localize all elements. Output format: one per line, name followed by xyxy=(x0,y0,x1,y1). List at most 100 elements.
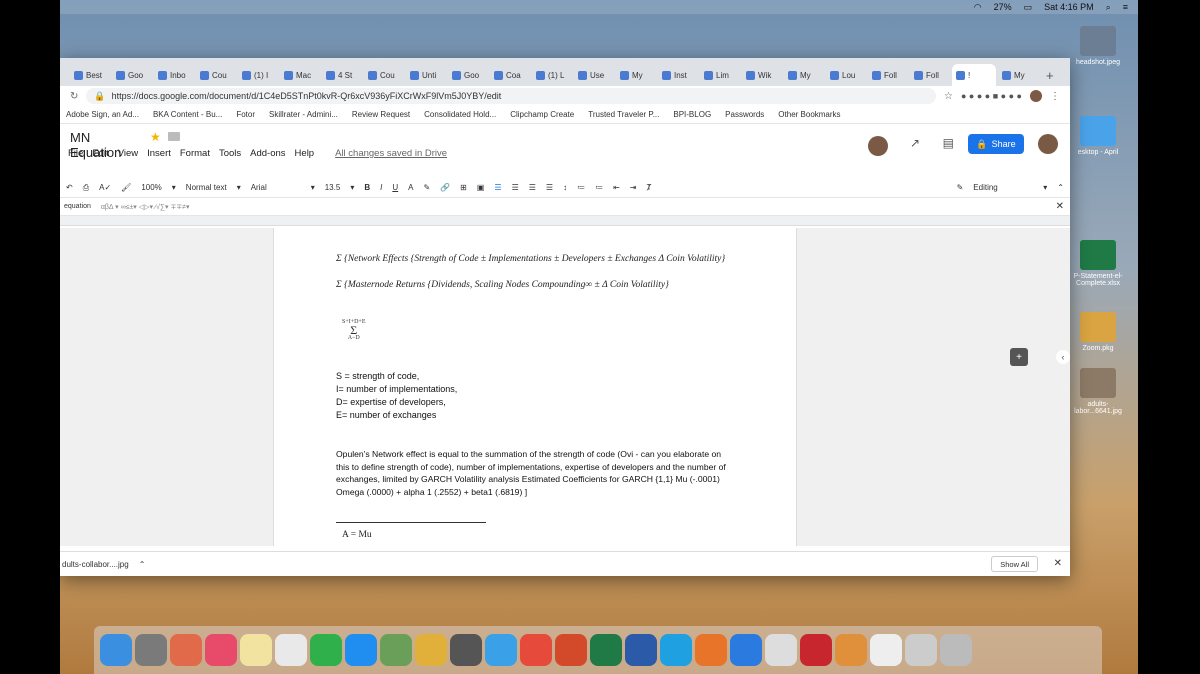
variable-definition[interactable]: D= expertise of developers, xyxy=(336,396,446,409)
close-icon[interactable]: ✕ xyxy=(1056,201,1064,212)
browser-tab[interactable]: Foll xyxy=(910,64,950,86)
menu-addons[interactable]: Add-ons xyxy=(250,148,285,159)
app-store-icon[interactable] xyxy=(345,634,377,666)
account-avatar[interactable] xyxy=(1038,134,1058,154)
spellcheck-icon[interactable]: A✓ xyxy=(99,183,111,192)
expressvpn-icon[interactable] xyxy=(800,634,832,666)
extension-icons[interactable]: ● ● ● ● ■ ● ● ● xyxy=(961,91,1022,101)
explore-icon[interactable]: + xyxy=(1010,348,1028,366)
browser-tab[interactable]: Goo xyxy=(112,64,152,86)
bookmark-item[interactable]: Review Request xyxy=(352,110,410,119)
browser-tab[interactable]: Best xyxy=(70,64,110,86)
menu-edit[interactable]: Edit xyxy=(92,148,108,159)
document-icon[interactable] xyxy=(870,634,902,666)
activity-icon[interactable]: ↗ xyxy=(910,136,920,150)
messages-icon[interactable] xyxy=(485,634,517,666)
line-spacing-icon[interactable]: ↕ xyxy=(563,183,567,192)
browser-tab[interactable]: My xyxy=(998,64,1038,86)
bookmark-item[interactable]: BPI-BLOG xyxy=(673,110,711,119)
browser-tab[interactable]: Cou xyxy=(196,64,236,86)
menu-icon[interactable]: ≡ xyxy=(1123,2,1128,12)
share-button[interactable]: 🔒 Share xyxy=(968,134,1024,154)
wifi-icon[interactable]: ◠ xyxy=(974,2,982,13)
more-menu-icon[interactable]: ⋮ xyxy=(1050,91,1060,102)
browser-tab[interactable]: ! xyxy=(952,64,996,86)
font-select[interactable]: Arial xyxy=(251,183,301,192)
browser-tab[interactable]: Inbo xyxy=(154,64,194,86)
flower-app-icon[interactable] xyxy=(835,634,867,666)
browser-tab[interactable]: Foll xyxy=(868,64,908,86)
finder-icon[interactable] xyxy=(100,634,132,666)
browser-tab[interactable]: My xyxy=(784,64,824,86)
indent-decrease-icon[interactable]: ⇤ xyxy=(613,183,620,192)
bulleted-list-icon[interactable]: ≔ xyxy=(595,183,603,192)
browser-tab[interactable]: (1) I xyxy=(238,64,278,86)
itunes-icon[interactable] xyxy=(205,634,237,666)
zoom-select[interactable]: 100% xyxy=(141,183,161,192)
notes-icon[interactable] xyxy=(240,634,272,666)
bookmark-item[interactable]: Trusted Traveler P... xyxy=(588,110,659,119)
browser-tab[interactable]: 4 St xyxy=(322,64,362,86)
battery-icon[interactable]: ▭ xyxy=(1024,2,1033,13)
equation-network-effects[interactable]: Σ {Network Effects {Strength of Code ± I… xyxy=(336,254,725,264)
browser-tab[interactable]: Wik xyxy=(742,64,782,86)
new-tab-icon[interactable]: + xyxy=(1040,68,1060,86)
excel-icon[interactable] xyxy=(590,634,622,666)
file-icon[interactable] xyxy=(765,634,797,666)
comments-icon[interactable]: ▤ xyxy=(943,136,954,150)
paint-format-icon[interactable]: 🖌 xyxy=(121,183,131,192)
indent-increase-icon[interactable]: ⇥ xyxy=(630,183,637,192)
footnote-text[interactable]: A = Mu xyxy=(342,530,372,540)
numbered-list-icon[interactable]: ≔ xyxy=(577,183,585,192)
preview-icon[interactable] xyxy=(905,634,937,666)
bookmark-item[interactable]: Clipchamp Create xyxy=(510,110,574,119)
browser-tab[interactable]: Inst xyxy=(658,64,698,86)
align-right-icon[interactable]: ☰ xyxy=(529,183,536,192)
word-icon[interactable] xyxy=(625,634,657,666)
menu-file[interactable]: File xyxy=(68,148,83,159)
align-left-icon[interactable]: ☰ xyxy=(494,183,501,192)
search-icon[interactable]: ⌕ xyxy=(1106,2,1111,13)
clock[interactable]: Sat 4:16 PM xyxy=(1044,2,1094,12)
justify-icon[interactable]: ☰ xyxy=(546,183,553,192)
bookmark-item[interactable]: Adobe Sign, an Ad... xyxy=(66,110,139,119)
menu-tools[interactable]: Tools xyxy=(219,148,241,159)
save-status[interactable]: All changes saved in Drive xyxy=(335,148,447,159)
ruler[interactable] xyxy=(60,216,1070,226)
bookmark-star-icon[interactable]: ☆ xyxy=(944,91,953,102)
menu-insert[interactable]: Insert xyxy=(147,148,171,159)
star-icon[interactable]: ★ xyxy=(150,130,161,144)
bookmark-item[interactable]: Fotor xyxy=(236,110,255,119)
browser-tab[interactable]: Coa xyxy=(490,64,530,86)
trash-icon[interactable] xyxy=(940,634,972,666)
collaborator-avatar[interactable] xyxy=(868,136,888,156)
undo-icon[interactable]: ↶ xyxy=(66,183,73,192)
url-field[interactable]: 🔒 https://docs.google.com/document/d/1C4… xyxy=(86,88,937,104)
browser-tab[interactable]: Mac xyxy=(280,64,320,86)
browser-tab[interactable]: My xyxy=(616,64,656,86)
reminders-icon[interactable] xyxy=(275,634,307,666)
bookmark-item[interactable]: Other Bookmarks xyxy=(778,110,840,119)
equation-symbols[interactable]: αβΔ ▾ ∞≤±▾ ◁▷▾ ∕√∑▾ ∓∓≠▾ xyxy=(101,203,190,211)
photos-icon[interactable] xyxy=(415,634,447,666)
image-icon[interactable]: ▣ xyxy=(477,183,485,192)
pages-icon[interactable] xyxy=(170,634,202,666)
chevron-up-icon[interactable]: ⌃ xyxy=(139,560,146,569)
browser-tab[interactable]: (1) L xyxy=(532,64,572,86)
mode-select[interactable]: Editing xyxy=(973,183,1033,192)
bookmark-item[interactable]: Passwords xyxy=(725,110,764,119)
clear-format-icon[interactable]: Ⱦ xyxy=(647,183,652,192)
facetime-icon[interactable] xyxy=(310,634,342,666)
description-paragraph[interactable]: Opulen's Network effect is equal to the … xyxy=(336,448,726,498)
maps-icon[interactable] xyxy=(380,634,412,666)
download-item[interactable]: dults-collabor....jpg xyxy=(62,560,129,569)
italic-icon[interactable]: I xyxy=(380,183,382,192)
document-page[interactable]: Σ {Network Effects {Strength of Code ± I… xyxy=(273,228,797,546)
browser-tab[interactable]: Lou xyxy=(826,64,866,86)
variable-definition[interactable]: E= number of exchanges xyxy=(336,409,436,422)
browser-tab[interactable]: Goo xyxy=(448,64,488,86)
desktop-icon-zoom[interactable]: Zoom.pkg xyxy=(1068,312,1128,352)
menu-view[interactable]: View xyxy=(118,148,138,159)
side-panel-toggle-icon[interactable]: ‹ xyxy=(1056,350,1070,364)
bookmark-item[interactable]: Skillrater - Admini... xyxy=(269,110,338,119)
